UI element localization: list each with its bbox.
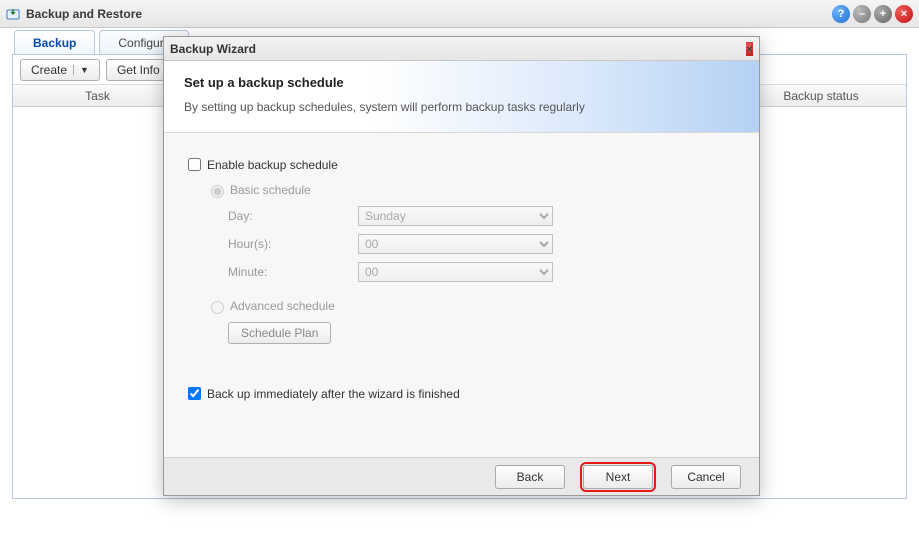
wizard-titlebar: Backup Wizard × [164,37,759,61]
backup-wizard-dialog: Backup Wizard × Set up a backup schedule… [163,36,760,496]
app-title: Backup and Restore [26,7,142,21]
wizard-subheading: By setting up backup schedules, system w… [184,100,739,114]
wizard-heading: Set up a backup schedule [184,75,739,90]
hour-select: 00 [358,234,553,254]
minute-row: Minute: 00 [228,262,739,282]
get-info-label: Get Info [117,63,160,77]
minute-select: 00 [358,262,553,282]
hour-label: Hour(s): [228,237,358,251]
wizard-title: Backup Wizard [170,42,256,56]
schedule-plan-button: Schedule Plan [228,322,331,344]
cancel-button[interactable]: Cancel [671,465,741,489]
enable-schedule-row: Enable backup schedule [184,155,739,174]
advanced-schedule-label: Advanced schedule [230,299,335,313]
close-button[interactable]: × [895,5,913,23]
immediate-backup-checkbox[interactable] [188,387,201,400]
immediate-backup-row: Back up immediately after the wizard is … [184,384,739,403]
day-row: Day: Sunday [228,206,739,226]
immediate-backup-label: Back up immediately after the wizard is … [207,387,460,401]
column-status: Backup status [736,85,906,106]
hour-row: Hour(s): 00 [228,234,739,254]
next-button[interactable]: Next [583,465,653,489]
back-button[interactable]: Back [495,465,565,489]
basic-schedule-row: Basic schedule [206,182,739,198]
basic-schedule-radio [211,185,224,198]
create-label: Create [31,63,67,77]
column-task: Task [13,85,183,106]
caret-down-icon: ▼ [73,65,89,75]
app-titlebar: Backup and Restore ? – + × [0,0,919,28]
maximize-button[interactable]: + [874,5,892,23]
enable-schedule-checkbox[interactable] [188,158,201,171]
get-info-button[interactable]: Get Info [106,59,171,81]
minute-label: Minute: [228,265,358,279]
enable-schedule-label: Enable backup schedule [207,158,338,172]
schedule-plan-row: Schedule Plan [228,322,739,344]
wizard-close-button[interactable]: × [746,42,753,56]
wizard-footer: Back Next Cancel [164,457,759,495]
app-icon [6,7,20,21]
day-select: Sunday [358,206,553,226]
help-button[interactable]: ? [832,5,850,23]
minimize-button[interactable]: – [853,5,871,23]
advanced-schedule-row: Advanced schedule [206,298,739,314]
day-label: Day: [228,209,358,223]
wizard-body: Enable backup schedule Basic schedule Da… [164,133,759,457]
basic-schedule-label: Basic schedule [230,183,311,197]
create-button[interactable]: Create ▼ [20,59,100,81]
wizard-header: Set up a backup schedule By setting up b… [164,61,759,133]
tab-backup[interactable]: Backup [14,30,95,54]
advanced-schedule-radio [211,301,224,314]
